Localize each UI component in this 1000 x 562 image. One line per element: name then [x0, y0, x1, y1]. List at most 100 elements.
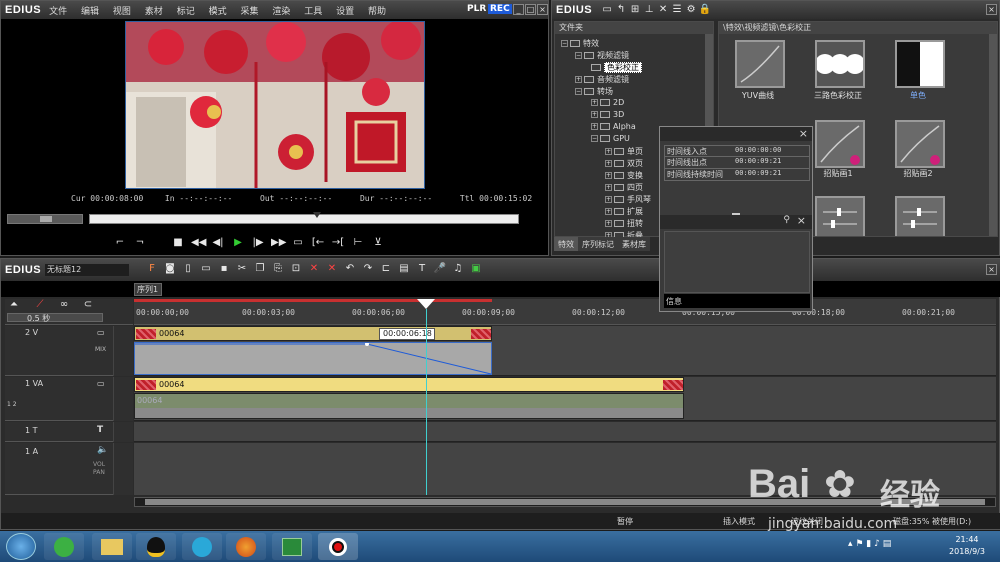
replace-icon[interactable]: ⊡ [289, 263, 303, 275]
export-icon[interactable]: ⊻ [371, 237, 385, 249]
minimize-button[interactable]: _ [513, 4, 524, 15]
menu-tools[interactable]: 工具 [304, 7, 322, 17]
delete-clip-icon[interactable]: ✕ [307, 263, 321, 275]
tree-item-gpu[interactable]: − GPU [591, 134, 630, 143]
menu-settings[interactable]: 设置 [336, 7, 354, 17]
tab-sequence-markers[interactable]: 序列标记 [578, 237, 618, 251]
insert-to-timeline-icon[interactable]: [← [311, 237, 325, 249]
taskbar-explorer-icon[interactable] [92, 533, 132, 560]
tree-item-alpha[interactable]: + Alpha [591, 122, 636, 131]
redo-icon[interactable]: ↷ [361, 263, 375, 275]
info-close-icon[interactable]: × [799, 127, 808, 140]
track-header-1va[interactable]: 1 VA ▭ 1 2 [5, 377, 113, 421]
taskbar-firefox-icon[interactable] [226, 533, 266, 560]
position-scrubber[interactable] [89, 212, 519, 224]
set-in-icon[interactable]: ⌐ [113, 237, 127, 249]
tab-effects[interactable]: 特效 [554, 237, 578, 251]
menu-marker[interactable]: 标记 [177, 7, 195, 17]
effect-monochrome[interactable] [895, 40, 945, 88]
timescale-label[interactable]: 0.5 秒 [27, 313, 50, 324]
list-view-icon[interactable]: ☰ [670, 4, 684, 16]
track-header-1a[interactable]: 1 A 🔈 VOL PAN [5, 443, 113, 495]
maximize-button[interactable]: □ [525, 4, 536, 15]
menu-clip[interactable]: 素材 [145, 7, 163, 17]
tree-item-accordion[interactable]: + 手风琴 [605, 194, 651, 205]
render-icon[interactable]: ▤ [397, 263, 411, 275]
trim-icon[interactable]: ⊢ [351, 237, 365, 249]
pin-icon[interactable]: ⚲ [783, 215, 790, 225]
plr-mode-label[interactable]: PLR [467, 4, 486, 14]
set-out-icon[interactable]: ¬ [133, 237, 147, 249]
tray-icons[interactable]: ▴ ⚑ ▮ ♪ ▤ [848, 539, 891, 549]
timeline-close-button[interactable]: × [986, 264, 997, 275]
timeline-playhead-icon[interactable] [417, 299, 435, 309]
tab-sequence-1[interactable]: 序列1 [134, 283, 162, 296]
tab-bin[interactable]: 素材库 [618, 237, 650, 251]
tree-item-double-page[interactable]: + 双页 [605, 158, 643, 169]
time-ruler[interactable]: 00:00:00;00 00:00:03;00 00:00:06;00 00:0… [134, 299, 996, 325]
effect-sliders-1[interactable] [815, 196, 865, 236]
effects-scrollbar[interactable] [989, 34, 997, 236]
overwrite-to-timeline-icon[interactable]: →[ [331, 237, 345, 249]
info-sub-close-icon[interactable]: × [797, 214, 806, 227]
effect-poster-2[interactable] [895, 120, 945, 168]
tree-item-single-page[interactable]: + 单页 [605, 146, 643, 157]
undo-icon[interactable]: ↶ [343, 263, 357, 275]
open-icon[interactable]: ▭ [199, 263, 213, 275]
stop-icon[interactable]: ■ [171, 237, 185, 249]
menu-edit[interactable]: 编辑 [81, 7, 99, 17]
taskbar-record-icon[interactable] [318, 533, 358, 560]
tree-item-video-filters[interactable]: − 视频滤镜 [575, 50, 629, 61]
link-icon[interactable]: ∞ [57, 299, 71, 311]
capture-icon[interactable]: ◙ [163, 263, 177, 275]
tree-item-2d[interactable]: +2D [591, 98, 624, 107]
rewind-icon[interactable]: ◀◀ [191, 237, 206, 249]
step-forward-icon[interactable]: |▶ [251, 237, 265, 249]
tree-item-3d[interactable]: +3D [591, 110, 624, 119]
paste-icon[interactable]: ⎘ [271, 263, 285, 275]
rec-mode-label[interactable]: REC [488, 4, 512, 14]
start-button[interactable] [6, 533, 36, 560]
effect-poster-1[interactable] [815, 120, 865, 168]
vol-pan-label[interactable]: VOL PAN [93, 461, 113, 477]
taskbar-media-icon[interactable] [182, 533, 222, 560]
title-icon[interactable]: T [415, 263, 429, 275]
mode-icon[interactable]: F [145, 263, 159, 275]
clip-2v[interactable]: 00064 [134, 326, 492, 341]
group-icon[interactable]: ⊂ [81, 299, 95, 311]
tree-item-audio-filters[interactable]: + 音频滤镜 [575, 74, 629, 85]
step-back-icon[interactable]: ◀| [211, 237, 225, 249]
close-button[interactable]: × [537, 4, 548, 15]
effect-sliders-2[interactable] [895, 196, 945, 236]
effects-close-button[interactable]: × [986, 4, 997, 15]
track-mode-icon[interactable]: ⏶ [7, 299, 21, 311]
audio-mixer-icon[interactable]: ♫ [451, 263, 465, 275]
tree-item-color-correction[interactable]: 色彩校正 [591, 62, 642, 73]
shuttle-slider[interactable] [7, 214, 83, 224]
folder-icon[interactable]: ▭ [600, 4, 614, 16]
menu-file[interactable]: 文件 [49, 7, 67, 17]
tree-item-transitions[interactable]: − 转场 [575, 86, 613, 97]
menu-capture[interactable]: 采集 [240, 7, 258, 17]
clip-1va-audio[interactable]: 00064 [134, 393, 684, 419]
menu-render[interactable]: 渲染 [272, 7, 290, 17]
output-icon[interactable]: ▣ [469, 263, 483, 275]
taskbar-edius-icon[interactable] [272, 533, 312, 560]
menu-help[interactable]: 帮助 [368, 7, 386, 17]
new-folder-icon[interactable]: ⊞ [628, 4, 642, 16]
cut-icon[interactable]: ✂ [235, 263, 249, 275]
tree-item-effects[interactable]: − 特效 [561, 38, 599, 49]
ripple-delete-icon[interactable]: ✕ [325, 263, 339, 275]
apply-icon[interactable]: ⊥ [642, 4, 656, 16]
menu-mode[interactable]: 模式 [209, 7, 227, 17]
tree-item-twist[interactable]: + 扭转 [605, 218, 643, 229]
loop-icon[interactable]: ▭ [291, 237, 305, 249]
menu-view[interactable]: 视图 [113, 7, 131, 17]
save-icon[interactable]: ▪ [217, 263, 231, 275]
new-project-icon[interactable]: ▯ [181, 263, 195, 275]
effect-yuv-curve[interactable] [735, 40, 785, 88]
properties-icon[interactable]: ⚙ [684, 4, 698, 16]
fast-forward-icon[interactable]: ▶▶ [271, 237, 286, 249]
taskbar-qq-icon[interactable] [136, 533, 176, 560]
taskbar-360-icon[interactable] [44, 533, 84, 560]
